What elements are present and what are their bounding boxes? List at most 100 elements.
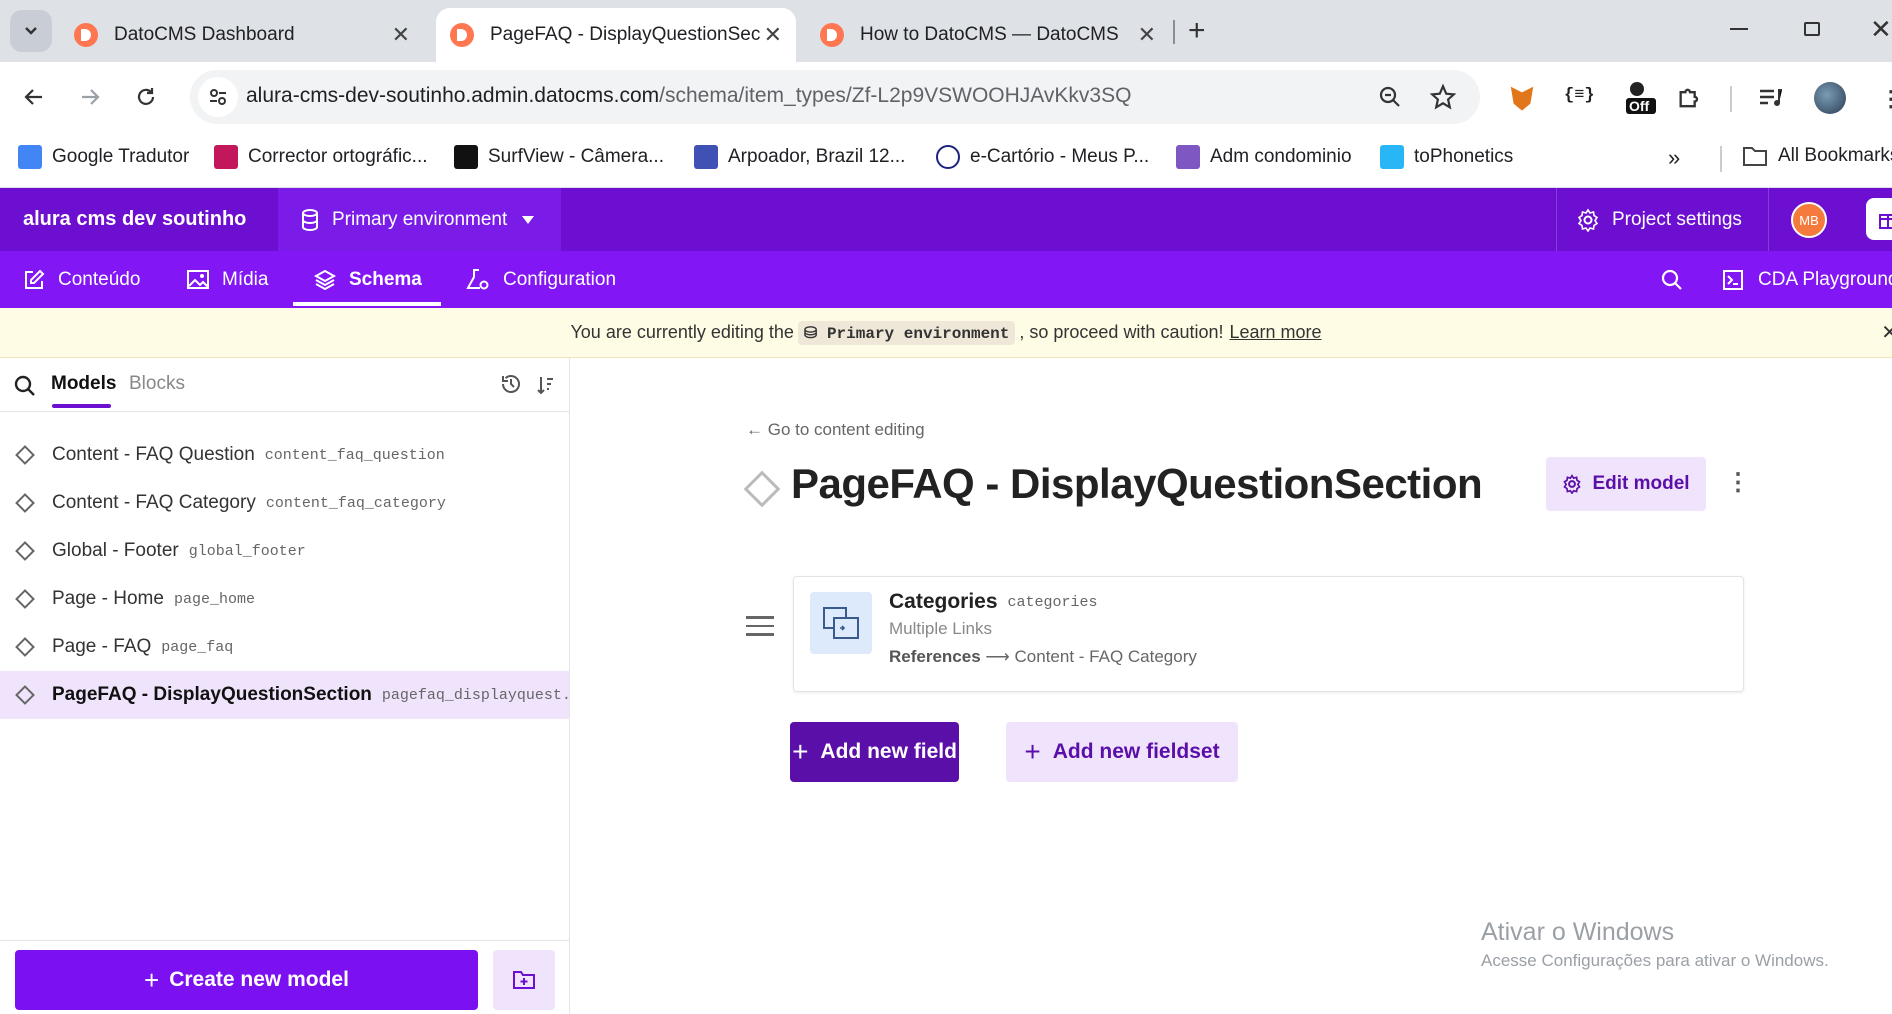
close-tab-icon[interactable]: ✕ bbox=[1138, 22, 1156, 48]
plus-icon: + bbox=[1024, 736, 1041, 767]
new-tab-button[interactable]: + bbox=[1188, 14, 1206, 48]
forward-arrow-icon[interactable] bbox=[78, 85, 102, 109]
sidebar-tabs: Models Blocks bbox=[0, 358, 569, 412]
json-extension-icon[interactable]: {≡} bbox=[1564, 86, 1595, 105]
terminal-icon bbox=[1723, 269, 1743, 290]
project-name[interactable]: alura cms dev soutinho bbox=[23, 208, 246, 231]
bookmark-surfview[interactable]: SurfView - Câmera... bbox=[454, 145, 664, 169]
field-type: Multiple Links bbox=[889, 619, 992, 638]
tab-models[interactable]: Models bbox=[51, 373, 116, 395]
browser-tab-dashboard[interactable]: DatoCMS Dashboard ✕ bbox=[60, 8, 424, 62]
more-bookmarks-icon[interactable]: » bbox=[1668, 145, 1680, 171]
bookmark-ecartorio[interactable]: e-Cartório - Meus P... bbox=[936, 145, 1149, 169]
tab-search-button[interactable] bbox=[10, 10, 52, 52]
model-item-pagefaq-displayquestionsection[interactable]: PageFAQ - DisplayQuestionSection pagefaq… bbox=[0, 671, 569, 719]
tab-divider bbox=[1173, 20, 1175, 44]
model-title: PageFAQ - DisplayQuestionSection bbox=[791, 460, 1483, 507]
field-card-categories[interactable]: Categories categories Multiple Links Ref… bbox=[793, 576, 1744, 692]
new-folder-button[interactable] bbox=[493, 950, 555, 1010]
back-arrow-icon[interactable] bbox=[22, 85, 46, 109]
drag-handle-icon[interactable] bbox=[746, 616, 774, 636]
chevron-down-icon bbox=[25, 27, 37, 35]
media-queue-icon[interactable] bbox=[1758, 86, 1784, 110]
learn-more-link[interactable]: Learn more bbox=[1230, 322, 1322, 343]
model-item-page-faq[interactable]: Page - FAQ page_faq bbox=[0, 623, 569, 671]
bookmark-arpoador[interactable]: Arpoador, Brazil 12... bbox=[694, 145, 905, 169]
nav-midia[interactable]: Mídia bbox=[186, 251, 268, 308]
add-new-fieldset-button[interactable]: + Add new fieldset bbox=[1006, 722, 1238, 782]
bookmark-corrector[interactable]: Corrector ortográfic... bbox=[214, 145, 428, 169]
model-diamond-icon bbox=[15, 493, 35, 513]
bookmarks-divider bbox=[1720, 146, 1722, 172]
search-icon[interactable] bbox=[13, 374, 37, 398]
bookmark-star-icon[interactable] bbox=[1430, 84, 1456, 110]
model-diamond-icon bbox=[15, 637, 35, 657]
extensions-puzzle-icon[interactable] bbox=[1676, 84, 1704, 112]
datocms-favicon-icon bbox=[74, 23, 98, 47]
environment-chip: ⛁ Primary environment bbox=[797, 320, 1016, 345]
zoom-icon[interactable] bbox=[1378, 85, 1402, 109]
gear-icon bbox=[1563, 474, 1582, 494]
surfview-icon bbox=[454, 145, 478, 169]
sidebar-footer-divider bbox=[0, 940, 569, 941]
environment-warning-banner: You are currently editing the ⛁ Primary … bbox=[0, 308, 1892, 358]
close-banner-icon[interactable]: ✕ bbox=[1881, 320, 1892, 345]
create-new-model-button[interactable]: + Create new model bbox=[15, 950, 478, 1010]
toolbar-divider bbox=[1730, 86, 1732, 112]
translate-icon bbox=[18, 145, 42, 169]
header-divider bbox=[1768, 188, 1769, 251]
close-tab-icon[interactable]: ✕ bbox=[392, 22, 410, 48]
gift-icon bbox=[1879, 214, 1892, 229]
nav-configuration[interactable]: Configuration bbox=[465, 251, 616, 308]
plus-icon: + bbox=[144, 964, 160, 995]
browser-tab-howto[interactable]: How to DatoCMS — DatoCMS ✕ bbox=[806, 8, 1170, 62]
sort-icon[interactable] bbox=[536, 374, 556, 396]
profile-avatar[interactable] bbox=[1814, 82, 1846, 114]
user-avatar[interactable]: MB bbox=[1791, 202, 1827, 238]
extension-off-icon[interactable]: Off bbox=[1626, 82, 1656, 122]
bookmark-adm-condominio[interactable]: Adm condominio bbox=[1176, 145, 1352, 169]
model-item-content-faq-category[interactable]: Content - FAQ Category content_faq_categ… bbox=[0, 479, 569, 527]
minimize-window-icon[interactable] bbox=[1730, 28, 1748, 30]
cda-playground-button[interactable]: CDA Playground bbox=[1722, 251, 1892, 308]
site-info-icon[interactable] bbox=[198, 77, 238, 117]
models-sidebar: Models Blocks Content - FAQ Question con… bbox=[0, 358, 570, 1014]
model-item-content-faq-question[interactable]: Content - FAQ Question content_faq_quest… bbox=[0, 431, 569, 479]
model-diamond-icon bbox=[15, 685, 35, 705]
edit-model-button[interactable]: Edit model bbox=[1546, 457, 1706, 511]
browser-tab-strip: DatoCMS Dashboard ✕ PageFAQ - DisplayQue… bbox=[0, 0, 1892, 62]
project-settings-button[interactable]: Project settings bbox=[1576, 188, 1742, 251]
nav-conteudo[interactable]: Conteúdo bbox=[22, 251, 140, 308]
model-diamond-icon bbox=[743, 470, 781, 508]
close-tab-icon[interactable]: ✕ bbox=[764, 22, 782, 48]
back-to-content-link[interactable]: ← Go to content editing bbox=[746, 420, 925, 440]
surf-forecast-icon bbox=[694, 145, 718, 169]
model-item-global-footer[interactable]: Global - Footer global_footer bbox=[0, 527, 569, 575]
model-diamond-icon bbox=[15, 541, 35, 561]
field-references: References ⟶ Content - FAQ Category bbox=[889, 647, 1197, 666]
model-editor: ← Go to content editing PageFAQ - Displa… bbox=[571, 358, 1892, 1014]
environment-switcher[interactable]: Primary environment bbox=[278, 188, 561, 251]
datocms-favicon-icon bbox=[450, 23, 474, 47]
close-window-icon[interactable]: ✕ bbox=[1870, 14, 1892, 45]
more-options-icon[interactable]: ⋮ bbox=[1726, 468, 1750, 497]
gift-button[interactable] bbox=[1866, 198, 1892, 240]
ecartorio-icon bbox=[936, 145, 960, 169]
browser-tab-pagefaq[interactable]: PageFAQ - DisplayQuestionSect ✕ bbox=[436, 8, 796, 62]
browser-menu-icon[interactable]: ⋮ bbox=[1880, 86, 1892, 112]
flask-gear-icon bbox=[466, 268, 489, 289]
active-tab-indicator bbox=[293, 302, 441, 306]
history-icon[interactable] bbox=[500, 373, 522, 395]
nav-schema[interactable]: Schema bbox=[293, 251, 441, 308]
restore-window-icon[interactable] bbox=[1804, 22, 1820, 36]
links-field-icon bbox=[810, 592, 872, 654]
reload-icon[interactable] bbox=[134, 85, 158, 109]
bookmark-tophonetics[interactable]: toPhonetics bbox=[1380, 145, 1513, 169]
add-new-field-button[interactable]: + Add new field bbox=[790, 722, 959, 782]
all-bookmarks[interactable]: All Bookmarks bbox=[1742, 145, 1892, 167]
address-bar[interactable]: alura-cms-dev-soutinho.admin.datocms.com… bbox=[190, 70, 1480, 124]
model-item-page-home[interactable]: Page - Home page_home bbox=[0, 575, 569, 623]
bookmark-google-tradutor[interactable]: Google Tradutor bbox=[18, 145, 189, 169]
tab-blocks[interactable]: Blocks bbox=[129, 373, 185, 395]
search-icon[interactable] bbox=[1660, 268, 1684, 292]
